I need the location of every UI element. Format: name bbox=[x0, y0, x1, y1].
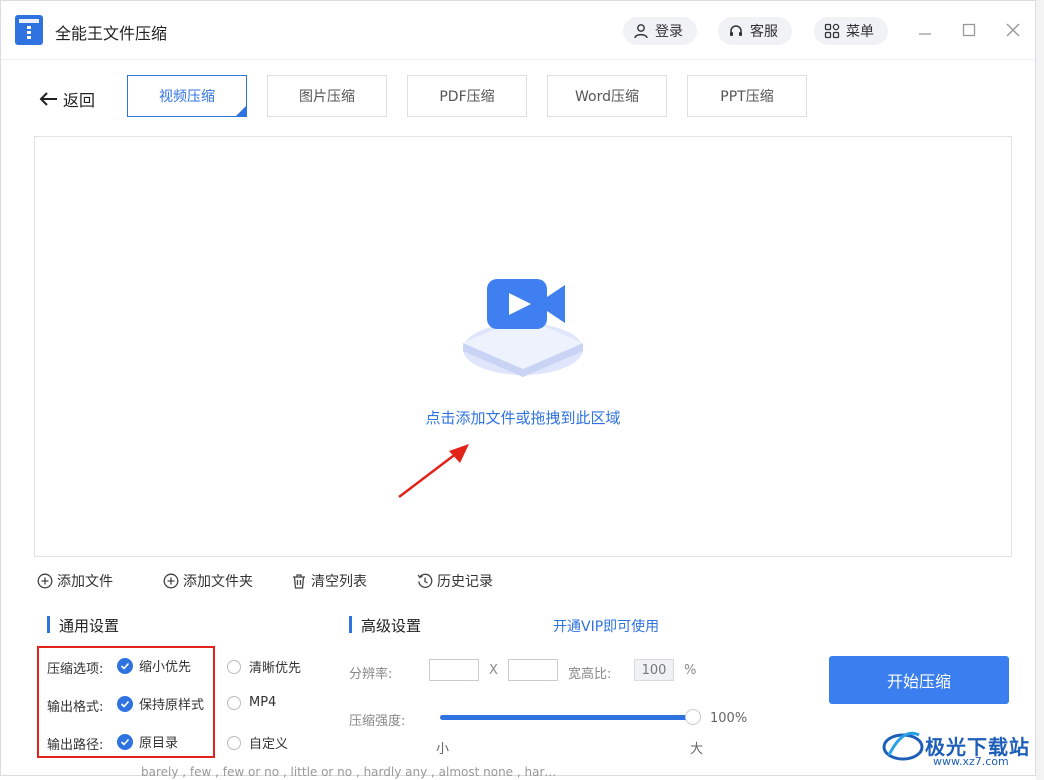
back-button[interactable]: 返回 bbox=[39, 87, 95, 111]
resolution-separator: X bbox=[489, 663, 498, 678]
option-label: 原目录 bbox=[139, 736, 179, 751]
menu-button[interactable]: 菜单 bbox=[814, 17, 888, 45]
compress-option-label: 压缩选项: bbox=[47, 662, 104, 677]
arrow-left-icon bbox=[39, 92, 57, 106]
option-clarity-first[interactable]: 清晰优先 bbox=[227, 657, 301, 676]
red-arrow-annotation bbox=[398, 444, 469, 498]
login-button[interactable]: 登录 bbox=[623, 17, 697, 45]
back-label: 返回 bbox=[63, 91, 96, 110]
option-label: 清晰优先 bbox=[249, 661, 302, 676]
option-label: 自定义 bbox=[249, 737, 289, 752]
advanced-settings-title: 高级设置 bbox=[349, 615, 421, 636]
aspect-ratio-input[interactable]: 100 bbox=[634, 659, 674, 681]
tab-ppt-compress[interactable]: PPT压缩 bbox=[687, 75, 807, 117]
checkmark-icon bbox=[117, 733, 133, 750]
close-icon bbox=[1006, 23, 1020, 37]
history-label: 历史记录 bbox=[437, 574, 493, 590]
strength-slider-handle[interactable] bbox=[685, 709, 701, 725]
strength-value: 100% bbox=[710, 711, 748, 726]
option-custom-path[interactable]: 自定义 bbox=[227, 733, 288, 752]
login-label: 登录 bbox=[655, 24, 683, 40]
close-button[interactable] bbox=[1004, 21, 1022, 39]
output-path-label: 输出路径: bbox=[47, 738, 104, 753]
add-folder-button[interactable]: 添加文件夹 bbox=[163, 571, 253, 591]
option-original-dir[interactable]: 原目录 bbox=[117, 732, 178, 751]
add-folder-label: 添加文件夹 bbox=[183, 574, 253, 590]
checkmark-icon bbox=[117, 657, 133, 674]
option-mp4[interactable]: MP4 bbox=[227, 695, 276, 710]
grid-menu-icon bbox=[824, 23, 840, 39]
user-icon bbox=[634, 24, 648, 39]
menu-label: 菜单 bbox=[846, 24, 874, 40]
app-title: 全能王文件压缩 bbox=[55, 24, 168, 43]
compress-strength-label: 压缩强度: bbox=[349, 714, 406, 729]
option-label: MP4 bbox=[249, 695, 277, 710]
history-button[interactable]: 历史记录 bbox=[417, 571, 493, 591]
background-edge bbox=[1036, 0, 1044, 780]
maximize-button[interactable] bbox=[960, 21, 978, 39]
trash-icon bbox=[293, 574, 305, 589]
watermark-logo-icon bbox=[882, 731, 924, 761]
output-format-label: 输出格式: bbox=[47, 700, 104, 715]
background-text-strip: barely , few , few or no , little or no … bbox=[141, 765, 557, 779]
checkmark-icon bbox=[117, 695, 133, 712]
percent-sign: % bbox=[684, 663, 697, 678]
start-compress-button[interactable]: 开始压缩 bbox=[829, 656, 1009, 704]
plus-circle-icon bbox=[163, 573, 179, 589]
resolution-label: 分辨率: bbox=[349, 667, 393, 682]
tab-image-compress[interactable]: 图片压缩 bbox=[267, 75, 387, 117]
title-bar: 全能王文件压缩 登录 客服 菜单 bbox=[1, 1, 1035, 60]
drop-zone-hint: 点击添加文件或拖拽到此区域 bbox=[425, 409, 621, 427]
minimize-button[interactable] bbox=[916, 21, 934, 39]
video-upload-icon bbox=[463, 279, 583, 377]
vip-link[interactable]: 开通VIP即可使用 bbox=[553, 616, 659, 636]
slider-min-label: 小 bbox=[436, 742, 450, 757]
tab-video-compress[interactable]: 视频压缩 bbox=[127, 75, 247, 117]
slider-max-label: 大 bbox=[690, 742, 704, 757]
app-window: 全能王文件压缩 登录 客服 菜单 返回 视频压缩 图片压缩 PDF压缩 Word… bbox=[0, 0, 1036, 779]
add-file-button[interactable]: 添加文件 bbox=[37, 571, 113, 591]
resolution-height-input[interactable] bbox=[508, 659, 558, 681]
service-label: 客服 bbox=[750, 24, 778, 40]
aspect-ratio-label: 宽高比: bbox=[568, 667, 612, 682]
history-clock-icon bbox=[417, 573, 433, 588]
option-keep-format[interactable]: 保持原样式 bbox=[117, 694, 204, 713]
option-label: 缩小优先 bbox=[139, 660, 192, 675]
minimize-icon bbox=[919, 33, 931, 35]
service-button[interactable]: 客服 bbox=[718, 17, 792, 45]
general-settings-title: 通用设置 bbox=[47, 615, 119, 636]
tab-word-compress[interactable]: Word压缩 bbox=[547, 75, 667, 117]
maximize-icon bbox=[962, 23, 976, 37]
file-drop-zone[interactable]: 点击添加文件或拖拽到此区域 bbox=[34, 136, 1012, 557]
app-logo-icon bbox=[15, 15, 43, 45]
add-file-label: 添加文件 bbox=[57, 574, 113, 590]
tab-pdf-compress[interactable]: PDF压缩 bbox=[407, 75, 527, 117]
option-label: 保持原样式 bbox=[139, 698, 205, 713]
watermark-url: www.xz7.com bbox=[933, 755, 1009, 768]
resolution-width-input[interactable] bbox=[429, 659, 479, 681]
radio-icon bbox=[227, 735, 241, 750]
site-watermark: 极光下载站 www.xz7.com bbox=[881, 727, 1030, 768]
clear-list-label: 清空列表 bbox=[311, 574, 367, 590]
radio-icon bbox=[227, 695, 241, 710]
strength-slider-track[interactable] bbox=[440, 715, 693, 720]
headset-icon bbox=[730, 25, 742, 36]
option-smaller-first[interactable]: 缩小优先 bbox=[117, 656, 191, 675]
plus-circle-icon bbox=[37, 573, 53, 589]
clear-list-button[interactable]: 清空列表 bbox=[291, 571, 367, 591]
radio-icon bbox=[227, 659, 241, 674]
